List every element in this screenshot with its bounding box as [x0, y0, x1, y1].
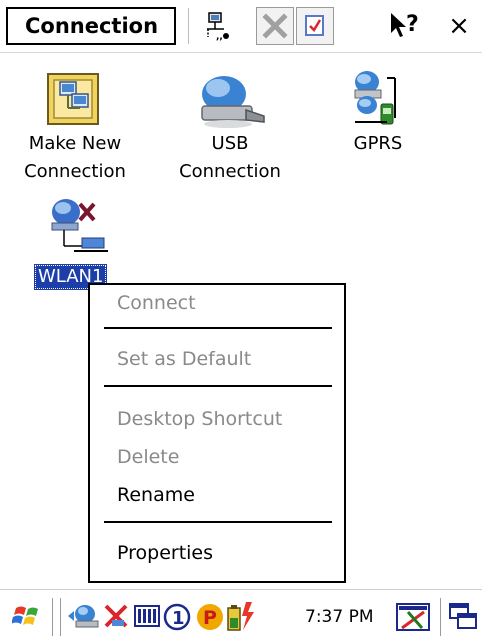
- network-properties-icon: ,,: [207, 12, 229, 41]
- network-tray-button[interactable]: [68, 603, 102, 633]
- svg-text:,,: ,,: [216, 32, 223, 41]
- check-button[interactable]: [296, 7, 334, 45]
- menu-item-properties[interactable]: Properties: [117, 541, 213, 565]
- circled-1-icon: 1: [163, 603, 191, 631]
- network-tray-icon: [68, 605, 99, 628]
- gprs-icon: [354, 71, 396, 125]
- window-title-button[interactable]: Connection: [6, 7, 176, 45]
- battery-bars-button[interactable]: [134, 604, 160, 632]
- help-icon: ?: [391, 12, 419, 37]
- window-switch-button[interactable]: [448, 602, 478, 636]
- usb-connection-label: USB Connection: [179, 133, 281, 182]
- command-bar: Connection ,, ? ×: [0, 0, 482, 53]
- input-panel-button[interactable]: [396, 602, 430, 636]
- checkbox-icon: [305, 15, 324, 36]
- menu-item-rename[interactable]: Rename: [117, 483, 195, 507]
- battery-charging-button[interactable]: [226, 600, 256, 636]
- battery-charging-icon: [227, 602, 254, 631]
- delete-icon: [262, 13, 288, 39]
- taskbar-separator: [440, 598, 441, 636]
- usb-connection-item[interactable]: USB Connection: [160, 58, 300, 186]
- context-menu: Connect Set as Default Desktop Shortcut …: [88, 283, 346, 583]
- wireless-x-icon: [104, 604, 128, 628]
- taskbar-separator: [60, 598, 61, 636]
- circled-1-button[interactable]: 1: [163, 603, 191, 635]
- windows-switch-icon: [449, 603, 477, 629]
- menu-item-set-as-default: Set as Default: [117, 348, 252, 370]
- make-new-connection-icon: [47, 73, 99, 125]
- menu-separator: [104, 385, 332, 387]
- make-new-connection-item[interactable]: Make New Connection: [0, 58, 150, 186]
- network-properties-button[interactable]: ,,: [198, 7, 236, 45]
- usb-connection-icon: [201, 76, 265, 128]
- menu-item-connect: Connect: [117, 292, 196, 314]
- pen-x-icon: [396, 603, 430, 631]
- svg-text:P: P: [203, 607, 217, 629]
- toolbar-separator: [188, 8, 189, 44]
- help-button[interactable]: ?: [385, 7, 423, 45]
- gprs-label: GPRS: [353, 133, 403, 154]
- make-new-connection-label: Make New Connection: [24, 133, 126, 182]
- menu-separator: [104, 521, 332, 523]
- taskbar: 1 P 7:37 PM: [0, 589, 482, 644]
- menu-separator: [104, 327, 332, 329]
- p-status-button[interactable]: P: [196, 603, 224, 635]
- battery-bars-icon: [134, 605, 160, 627]
- start-button[interactable]: [11, 600, 44, 636]
- close-icon: ×: [448, 11, 470, 41]
- svg-text:1: 1: [172, 608, 185, 629]
- taskbar-clock[interactable]: 7:37 PM: [305, 607, 374, 627]
- close-button[interactable]: ×: [440, 7, 478, 45]
- start-flag-icon: [11, 606, 38, 625]
- taskbar-separator: [52, 598, 53, 636]
- wlan-icon: [51, 199, 108, 252]
- menu-item-delete: Delete: [117, 446, 180, 468]
- wireless-tray-button[interactable]: [102, 602, 130, 634]
- help-question-mark: ?: [406, 12, 419, 37]
- p-status-icon: P: [197, 604, 223, 630]
- wlan1-item[interactable]: [44, 196, 114, 258]
- gprs-item[interactable]: GPRS: [318, 58, 438, 158]
- delete-button[interactable]: [256, 7, 294, 45]
- menu-item-desktop-shortcut: Desktop Shortcut: [117, 408, 283, 430]
